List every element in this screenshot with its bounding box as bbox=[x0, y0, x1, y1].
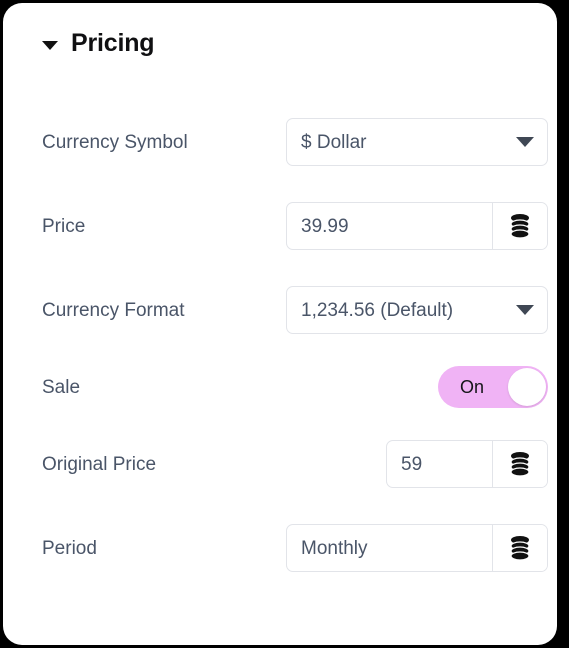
label-original-price: Original Price bbox=[42, 453, 157, 475]
period-control: Monthly bbox=[286, 524, 548, 572]
currency-format-control: 1,234.56 (Default) bbox=[286, 286, 548, 334]
chevron-down-icon[interactable] bbox=[503, 287, 547, 333]
label-period: Period bbox=[42, 537, 97, 559]
pricing-section-header[interactable]: Pricing bbox=[42, 29, 155, 57]
price-input[interactable]: 39.99 bbox=[287, 203, 492, 249]
currency-symbol-control: $ Dollar bbox=[286, 118, 548, 166]
currency-format-select[interactable]: 1,234.56 (Default) bbox=[286, 286, 548, 334]
currency-symbol-select[interactable]: $ Dollar bbox=[286, 118, 548, 166]
database-icon[interactable] bbox=[492, 525, 547, 571]
toggle-knob bbox=[508, 368, 546, 406]
label-currency-symbol: Currency Symbol bbox=[42, 131, 188, 153]
original-price-control: 59 bbox=[386, 440, 548, 488]
database-icon[interactable] bbox=[492, 203, 547, 249]
label-price: Price bbox=[42, 215, 86, 237]
label-sale: Sale bbox=[42, 376, 81, 398]
currency-symbol-value: $ Dollar bbox=[301, 131, 367, 153]
sale-toggle-label: On bbox=[460, 377, 485, 397]
price-field-group: 39.99 bbox=[286, 202, 548, 250]
chevron-down-icon[interactable] bbox=[503, 119, 547, 165]
row-period: Period Monthly bbox=[42, 524, 548, 572]
sale-control: On bbox=[438, 363, 548, 411]
row-original-price: Original Price 59 bbox=[42, 440, 548, 488]
caret-down-icon[interactable] bbox=[42, 40, 58, 50]
row-currency-format: Currency Format 1,234.56 (Default) bbox=[42, 286, 548, 334]
row-sale: Sale On bbox=[42, 363, 548, 411]
price-control: 39.99 bbox=[286, 202, 548, 250]
pricing-panel: Pricing Currency Symbol $ Dollar Price 3… bbox=[3, 3, 557, 645]
period-input[interactable]: Monthly bbox=[287, 525, 492, 571]
page-title: Pricing bbox=[71, 29, 155, 57]
label-currency-format: Currency Format bbox=[42, 299, 185, 321]
original-price-field-group: 59 bbox=[386, 440, 548, 488]
currency-format-value: 1,234.56 (Default) bbox=[301, 299, 454, 321]
database-icon[interactable] bbox=[492, 441, 547, 487]
period-field-group: Monthly bbox=[286, 524, 548, 572]
original-price-input[interactable]: 59 bbox=[387, 441, 492, 487]
row-price: Price 39.99 bbox=[42, 202, 548, 250]
row-currency-symbol: Currency Symbol $ Dollar bbox=[42, 118, 548, 166]
sale-toggle[interactable]: On bbox=[438, 366, 548, 408]
